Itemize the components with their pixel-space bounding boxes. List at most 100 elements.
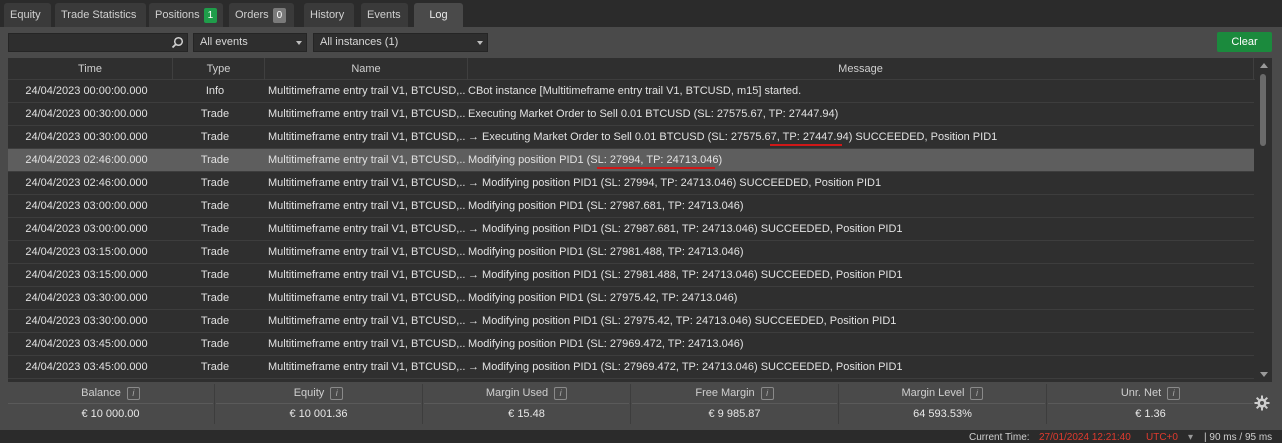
tab-events-label: Events	[367, 9, 401, 21]
table-row[interactable]: 24/04/2023 00:30:00.000 Trade Multitimefra…	[8, 126, 1254, 149]
table-row[interactable]: 24/04/2023 03:30:00.000 Trade Multitimefra…	[8, 287, 1254, 310]
column-header-time[interactable]: Time	[8, 58, 173, 80]
chevron-down-icon[interactable]: ▾	[1188, 432, 1193, 443]
tab-bar: Equity Trade Statistics Positions 1 Order…	[0, 0, 1282, 27]
row-message: Modifying position PID1 (SL: 27994, TP: …	[468, 154, 723, 166]
table-row[interactable]: 24/04/2023 02:46:00.000 Trade Multitimefra…	[8, 172, 1254, 195]
table-row[interactable]: 24/04/2023 00:00:00.000 Info Multitimefram…	[8, 80, 1254, 103]
row-name: Multitimeframe entry trail V1, BTCUSD,..…	[268, 223, 465, 235]
row-type: Trade	[200, 108, 230, 120]
table-row[interactable]: 24/04/2023 03:00:00.000 Trade Multitimefra…	[8, 195, 1254, 218]
annotation-underline	[770, 144, 842, 146]
gear-icon[interactable]	[1254, 395, 1270, 411]
row-message: Modifying position PID1 (SL: 27987.681, …	[468, 200, 744, 212]
info-icon[interactable]: i	[330, 386, 344, 400]
row-time: 24/04/2023 03:00:00.000	[25, 200, 148, 212]
balance-summary: Balance i € 10 000.00	[8, 384, 213, 424]
info-icon[interactable]: i	[126, 386, 140, 400]
divider	[1046, 384, 1047, 424]
search-icon[interactable]	[171, 36, 184, 49]
scroll-up-arrow-icon[interactable]	[1260, 63, 1268, 68]
search-input[interactable]	[8, 33, 188, 52]
orders-count-badge: 0	[272, 7, 287, 23]
row-message: Modifying position PID1 (SL: 27969.472, …	[468, 338, 744, 350]
scroll-down-arrow-icon[interactable]	[1260, 372, 1268, 377]
row-message: → Modifying position PID1 (SL: 27994, TP…	[468, 177, 882, 189]
row-time: 24/04/2023 02:46:00.000	[25, 154, 148, 166]
column-header-type[interactable]: Type	[173, 58, 265, 80]
info-icon[interactable]: i	[1167, 386, 1181, 400]
instances-filter-select[interactable]: All instances (1)	[313, 33, 488, 52]
tab-events[interactable]: Events	[361, 3, 408, 27]
row-name: Multitimeframe entry trail V1, BTCUSD,..…	[268, 154, 465, 166]
chevron-down-icon	[296, 41, 302, 45]
row-name: Multitimeframe entry trail V1, BTCUSD,..…	[268, 177, 465, 189]
row-time: 24/04/2023 02:46:00.000	[25, 177, 148, 189]
clear-button[interactable]: Clear	[1217, 32, 1272, 52]
account-summary: Balance i € 10 000.00 Equity i € 10 001.36…	[8, 384, 1253, 424]
info-icon[interactable]: i	[554, 386, 568, 400]
row-name: Multitimeframe entry trail V1, BTCUSD,..…	[268, 292, 465, 304]
balance-value: € 10 000.00	[81, 408, 140, 420]
tab-trade-statistics-label: Trade Statistics	[61, 9, 137, 21]
row-message: → Modifying position PID1 (SL: 27981.488…	[468, 269, 903, 281]
vertical-scrollbar[interactable]	[1255, 58, 1272, 382]
row-time: 24/04/2023 03:30:00.000	[25, 315, 148, 327]
tab-log[interactable]: Log	[414, 3, 463, 27]
tab-positions[interactable]: Positions 1	[149, 3, 223, 27]
table-row[interactable]: 24/04/2023 03:15:00.000 Trade Multitimefra…	[8, 264, 1254, 287]
chevron-down-icon	[477, 41, 483, 45]
events-filter-select[interactable]: All events	[193, 33, 307, 52]
tab-log-label: Log	[429, 9, 448, 21]
divider	[630, 384, 631, 424]
log-panel: All events All instances (1) Clear Time …	[0, 27, 1282, 430]
events-filter-value: All events	[200, 36, 248, 48]
row-type: Trade	[200, 292, 230, 304]
margin-level-value: 64 593.53%	[913, 408, 972, 420]
table-row[interactable]: 24/04/2023 00:30:00.000 Trade Multitimefra…	[8, 103, 1254, 126]
column-header-message[interactable]: Message	[468, 58, 1254, 80]
timezone-value[interactable]: UTC+0	[1146, 432, 1178, 443]
row-message: → Modifying position PID1 (SL: 27987.681…	[468, 223, 903, 235]
row-type: Trade	[200, 269, 230, 281]
table-row[interactable]: 24/04/2023 03:45:00.000 Trade Multitimefra…	[8, 333, 1254, 356]
status-bar: Current Time: 27/01/2024 12:21:40 UTC+0 …	[0, 430, 1282, 443]
unrealized-net-label: Unr. Net	[1120, 387, 1162, 399]
column-header-name[interactable]: Name	[265, 58, 468, 80]
log-table: Time Type Name Message 24/04/2023 00:00:…	[8, 58, 1272, 382]
info-icon[interactable]: i	[970, 386, 984, 400]
table-row[interactable]: 24/04/2023 03:00:00.000 Trade Multitimefra…	[8, 218, 1254, 241]
unrealized-net-summary: Unr. Net i € 1.36	[1048, 384, 1253, 424]
row-type: Trade	[200, 131, 230, 143]
table-row[interactable]: 24/04/2023 03:30:00.000 Trade Multitimefra…	[8, 310, 1254, 333]
row-time: 24/04/2023 00:00:00.000	[25, 85, 148, 97]
margin-level-summary: Margin Level i 64 593.53%	[840, 384, 1045, 424]
tab-equity[interactable]: Equity	[4, 3, 51, 27]
row-name: Multitimeframe entry trail V1, BTCUSD,..…	[268, 200, 465, 212]
row-message: Modifying position PID1 (SL: 27981.488, …	[468, 246, 744, 258]
divider	[422, 384, 423, 424]
tab-trade-statistics[interactable]: Trade Statistics	[55, 3, 146, 27]
row-time: 24/04/2023 03:45:00.000	[25, 338, 148, 350]
table-row[interactable]: 24/04/2023 03:15:00.000 Trade Multitimefra…	[8, 241, 1254, 264]
row-message: → Executing Market Order to Sell 0.01 BT…	[468, 131, 998, 143]
info-icon[interactable]: i	[760, 386, 774, 400]
margin-level-label: Margin Level	[901, 387, 965, 399]
scrollbar-thumb[interactable]	[1260, 74, 1266, 146]
row-type: Trade	[200, 223, 230, 235]
tab-history-label: History	[310, 9, 345, 21]
table-row[interactable]: 24/04/2023 03:45:00.000 Trade Multitimefra…	[8, 356, 1254, 379]
balance-label: Balance	[81, 387, 121, 399]
tab-orders[interactable]: Orders 0	[229, 3, 294, 27]
row-message: Modifying position PID1 (SL: 27975.42, T…	[468, 292, 738, 304]
tab-history[interactable]: History	[304, 3, 354, 27]
equity-summary: Equity i € 10 001.36	[216, 384, 421, 424]
row-message: → Modifying position PID1 (SL: 27969.472…	[468, 361, 903, 373]
table-row[interactable]: 24/04/2023 02:46:00.000 Trade Multitimefra…	[8, 149, 1254, 172]
row-time: 24/04/2023 03:30:00.000	[25, 292, 148, 304]
margin-used-label: Margin Used	[485, 387, 549, 399]
margin-used-value: € 15.48	[508, 408, 545, 420]
row-type: Trade	[200, 200, 230, 212]
row-type: Trade	[200, 246, 230, 258]
row-type: Trade	[200, 177, 230, 189]
